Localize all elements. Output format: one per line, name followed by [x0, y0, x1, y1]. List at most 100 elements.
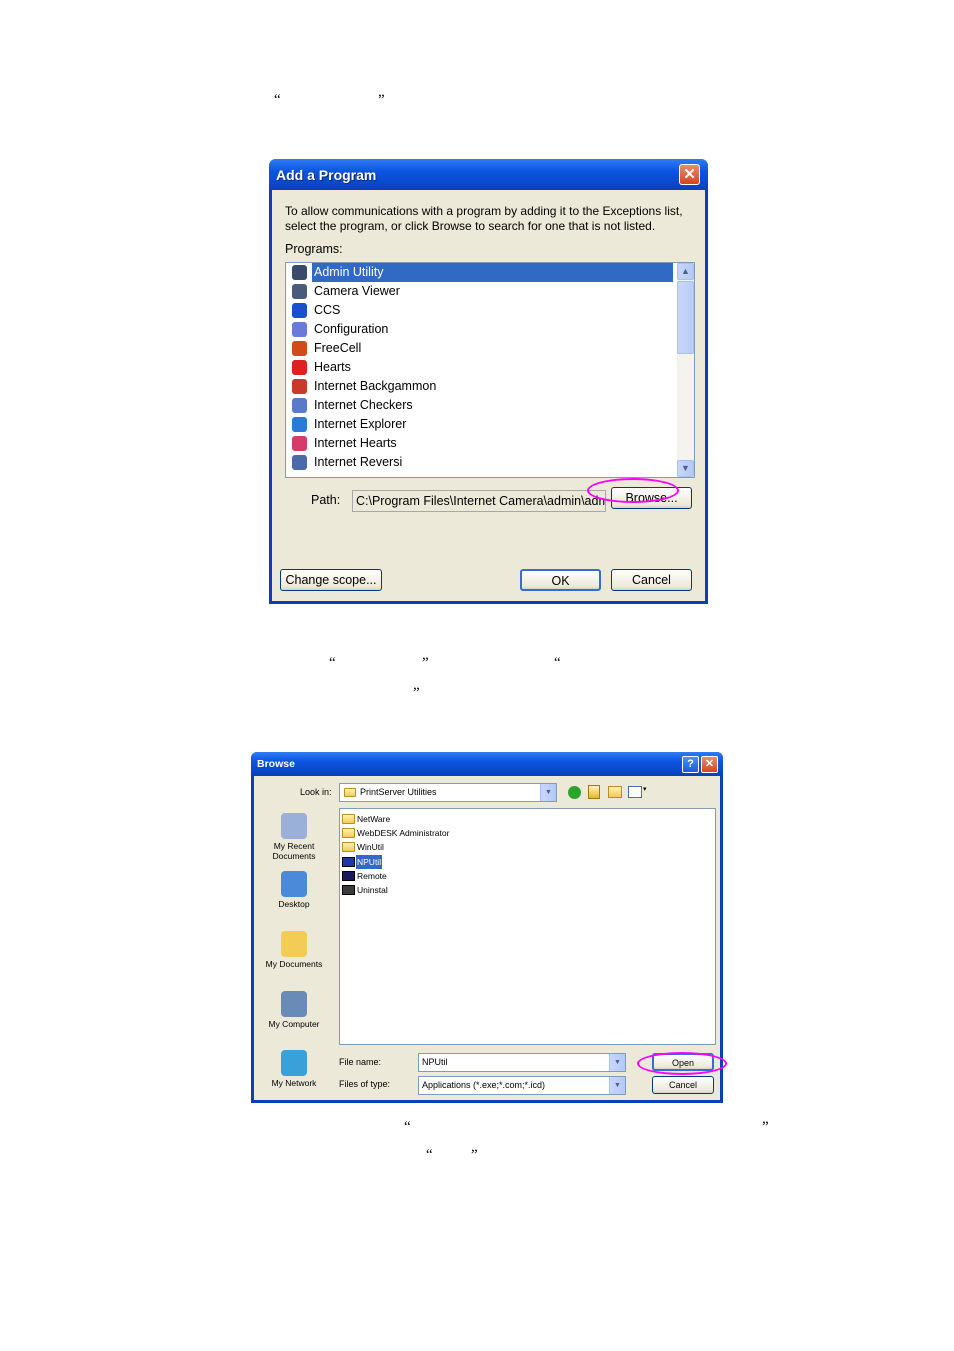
- dialog-body: Look in: PrintServer Utilities ▼ ▾ My Re…: [254, 776, 720, 1100]
- help-icon[interactable]: ?: [682, 756, 699, 773]
- scroll-thumb[interactable]: [677, 281, 694, 354]
- program-list-item[interactable]: FreeCell: [290, 339, 670, 358]
- place-label: Desktop: [278, 899, 310, 909]
- program-list-item[interactable]: Internet Reversi: [290, 453, 670, 472]
- quote-open-5: “: [426, 1147, 433, 1163]
- ok-button[interactable]: OK: [520, 569, 601, 591]
- program-name: Internet Backgammon: [314, 379, 437, 393]
- program-name: Internet Reversi: [314, 455, 403, 469]
- look-in-combo[interactable]: PrintServer Utilities ▼: [339, 783, 557, 802]
- program-name: FreeCell: [314, 341, 362, 355]
- programs-list[interactable]: Admin Utility Camera Viewer CCS Configurati…: [285, 262, 695, 478]
- program-name: Internet Checkers: [314, 398, 413, 412]
- place-label: My Network: [271, 1078, 317, 1088]
- program-list-item[interactable]: Internet Explorer: [290, 415, 670, 434]
- look-in-label: Look in:: [300, 787, 332, 797]
- configuration-icon: [292, 322, 307, 337]
- up-folder-icon[interactable]: [588, 785, 600, 799]
- hearts-icon: [292, 360, 307, 375]
- place-my-computer[interactable]: My Computer: [262, 991, 326, 1029]
- title-bar[interactable]: Add a Program ✕: [269, 159, 708, 190]
- program-list-item[interactable]: Internet Checkers: [290, 396, 670, 415]
- folder-icon: [342, 828, 355, 839]
- path-field[interactable]: C:\Program Files\Internet Camera\admin\a…: [352, 490, 606, 512]
- recent-documents-icon: [281, 813, 307, 839]
- views-chevron-icon[interactable]: ▾: [643, 785, 647, 793]
- file-name: WinUtil: [357, 842, 384, 853]
- place-desktop[interactable]: Desktop: [262, 871, 326, 909]
- program-list-item[interactable]: Internet Hearts: [290, 434, 670, 453]
- look-in-value: PrintServer Utilities: [360, 787, 437, 797]
- application-icon: [342, 870, 355, 881]
- file-name: NPUtil: [356, 854, 383, 869]
- dialog-title: Add a Program: [276, 167, 377, 183]
- program-list-item[interactable]: Camera Viewer: [290, 282, 670, 301]
- ccs-icon: [292, 303, 307, 318]
- program-list-item[interactable]: Hearts: [290, 358, 670, 377]
- quote-close-3: ”: [413, 685, 420, 701]
- file-list[interactable]: NetWare WebDESK Administrator WinUtil NPUti…: [339, 808, 716, 1045]
- add-program-dialog: Add a Program ✕ To allow communications …: [269, 159, 708, 604]
- program-name: Admin Utility: [312, 263, 673, 282]
- program-list-item[interactable]: Admin Utility: [290, 263, 673, 282]
- place-label: My Documents: [265, 959, 323, 969]
- program-name: CCS: [314, 303, 341, 317]
- programs-label: Programs:: [285, 242, 343, 256]
- files-of-type-label: Files of type:: [339, 1079, 391, 1089]
- new-folder-icon[interactable]: [608, 786, 622, 798]
- program-name: Hearts: [314, 360, 351, 374]
- my-computer-icon: [281, 991, 307, 1017]
- place-my-network[interactable]: My Network: [262, 1050, 326, 1088]
- backgammon-icon: [292, 379, 307, 394]
- program-list-item[interactable]: Configuration: [290, 320, 670, 339]
- cancel-button[interactable]: Cancel: [652, 1076, 714, 1094]
- quote-close-4: ”: [762, 1119, 769, 1135]
- file-name-combo[interactable]: NPUtil ▼: [418, 1053, 626, 1072]
- annotation-circle-browse: [587, 478, 679, 503]
- places-bar: My Recent Documents Desktop My Documents My…: [262, 809, 326, 1092]
- close-icon[interactable]: ✕: [679, 164, 700, 185]
- back-icon[interactable]: [568, 786, 581, 799]
- change-scope-button[interactable]: Change scope...: [280, 569, 382, 591]
- place-recent-documents[interactable]: My Recent Documents: [262, 813, 326, 861]
- program-list-item[interactable]: Internet Backgammon: [290, 377, 670, 396]
- quote-open-2: “: [329, 655, 336, 671]
- folder-icon: [344, 788, 356, 797]
- file-name: WebDESK Administrator: [357, 828, 450, 839]
- scroll-down-icon[interactable]: ▼: [677, 460, 694, 477]
- file-name: Uninstal: [357, 885, 388, 895]
- place-my-documents[interactable]: My Documents: [262, 931, 326, 969]
- camera-viewer-icon: [292, 284, 307, 299]
- internet-explorer-icon: [292, 417, 307, 432]
- files-of-type-combo[interactable]: Applications (*.exe;*.com;*.icd) ▼: [418, 1076, 626, 1095]
- quote-close-1: ”: [378, 92, 385, 108]
- program-name: Internet Hearts: [314, 436, 397, 450]
- browse-dialog: Browse ? ✕ Look in: PrintServer Utilitie…: [251, 752, 723, 1103]
- quote-close-5: ”: [471, 1147, 478, 1163]
- admin-utility-icon: [292, 265, 307, 280]
- program-list-item[interactable]: CCS: [290, 301, 670, 320]
- program-name: Configuration: [314, 322, 389, 336]
- path-label: Path:: [311, 493, 341, 507]
- application-icon: [342, 856, 355, 867]
- desktop-icon: [281, 871, 307, 897]
- place-label: My Recent Documents: [272, 841, 316, 861]
- my-documents-icon: [281, 931, 307, 957]
- quote-open-4: “: [404, 1119, 411, 1135]
- title-bar[interactable]: Browse ? ✕: [251, 752, 723, 776]
- quote-close-2: ”: [422, 655, 429, 671]
- dialog-description: To allow communications with a program b…: [285, 204, 683, 233]
- scroll-up-icon[interactable]: ▲: [677, 263, 694, 280]
- dialog-title: Browse: [257, 758, 295, 770]
- reversi-icon: [292, 455, 307, 470]
- chevron-down-icon[interactable]: ▼: [609, 1077, 625, 1094]
- folder-icon: [342, 842, 355, 853]
- programs-scrollbar[interactable]: ▲ ▼: [677, 263, 694, 477]
- cancel-button[interactable]: Cancel: [611, 569, 692, 591]
- views-menu-icon[interactable]: [628, 786, 642, 798]
- dialog-body: To allow communications with a program b…: [272, 190, 705, 601]
- chevron-down-icon[interactable]: ▼: [609, 1054, 625, 1071]
- close-icon[interactable]: ✕: [701, 756, 718, 773]
- chevron-down-icon[interactable]: ▼: [540, 784, 556, 801]
- place-label: My Computer: [268, 1019, 320, 1029]
